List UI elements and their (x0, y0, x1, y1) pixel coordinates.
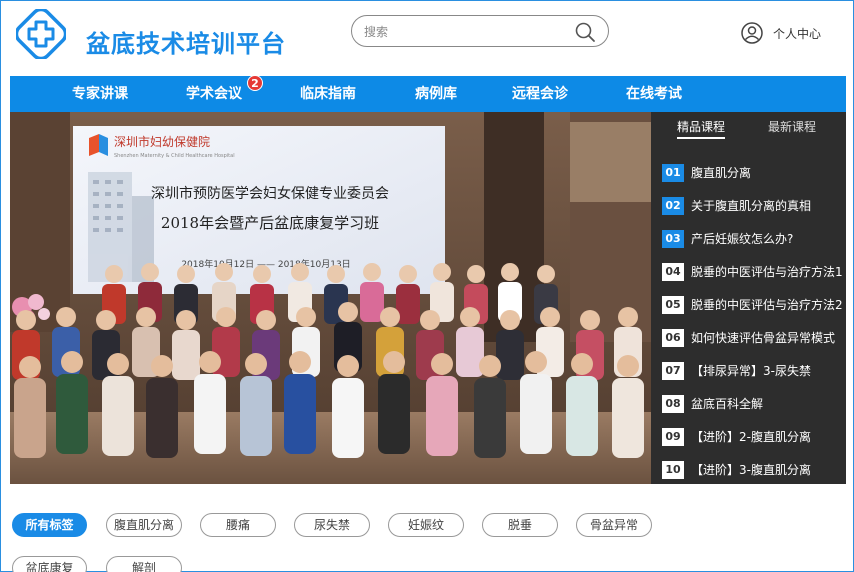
course-title[interactable]: 腹直肌分离 (691, 164, 751, 181)
nav-item-remote-consultation[interactable]: 远程会诊 (512, 76, 568, 112)
tag-pelvic-rehab[interactable]: 盆底康复 (12, 556, 87, 572)
tag-stretch-marks[interactable]: 妊娠纹 (388, 513, 464, 537)
tag-prolapse[interactable]: 脱垂 (482, 513, 558, 537)
course-title[interactable]: 如何快速评估骨盆异常模式 (691, 329, 835, 346)
course-title[interactable]: 盆底百科全解 (691, 395, 763, 412)
search-icon[interactable] (574, 21, 596, 43)
course-title[interactable]: 【进阶】3-腹直肌分离 (691, 461, 811, 478)
course-rank: 05 (662, 295, 684, 314)
user-icon[interactable] (741, 22, 763, 44)
platform-title[interactable]: 盆底技术培训平台 (86, 24, 286, 59)
course-title[interactable]: 产后妊娠纹怎么办? (691, 230, 793, 247)
tag-diastasis-recti[interactable]: 腹直肌分离 (106, 513, 182, 537)
course-title[interactable]: 脱垂的中医评估与治疗方法1 (691, 263, 843, 280)
course-item[interactable]: 09 【进阶】2-腹直肌分离 (662, 420, 846, 453)
banner-image[interactable]: 深圳市妇幼保健院 Shenzhen Maternity & Child Heal… (10, 112, 651, 484)
medical-cross-logo-icon[interactable] (16, 9, 66, 59)
nav-item-clinical-guidelines[interactable]: 临床指南 (300, 76, 356, 112)
course-item[interactable]: 05 脱垂的中医评估与治疗方法2 (662, 288, 846, 321)
course-rank: 03 (662, 229, 684, 248)
tag-all[interactable]: 所有标签 (12, 513, 87, 537)
nav-item-academic-conferences[interactable]: 学术会议 (186, 76, 242, 112)
course-item[interactable]: 06 如何快速评估骨盆异常模式 (662, 321, 846, 354)
tag-anatomy[interactable]: 解剖 (106, 556, 182, 572)
tag-back-pain[interactable]: 腰痛 (200, 513, 276, 537)
course-rank: 06 (662, 328, 684, 347)
nav-item-online-exam[interactable]: 在线考试 (626, 76, 682, 112)
course-title[interactable]: 【进阶】2-腹直肌分离 (691, 428, 811, 445)
banner-headline-2: 2018年会暨产后盆底康复学习班 (161, 214, 379, 232)
tag-incontinence[interactable]: 尿失禁 (294, 513, 370, 537)
tag-pelvic-abnormality[interactable]: 骨盆异常 (576, 513, 652, 537)
course-item[interactable]: 04 脱垂的中医评估与治疗方法1 (662, 255, 846, 288)
course-rank: 10 (662, 460, 684, 479)
course-title[interactable]: 【排尿异常】3-尿失禁 (691, 362, 811, 379)
course-item[interactable]: 08 盆底百科全解 (662, 387, 846, 420)
course-rank: 09 (662, 427, 684, 446)
course-panel: 精品课程 最新课程 01 腹直肌分离 02 关于腹直肌分离的真相 03 产后妊娠纹怎么… (651, 112, 846, 484)
course-list: 01 腹直肌分离 02 关于腹直肌分离的真相 03 产后妊娠纹怎么办? 04 脱垂的中医… (662, 156, 846, 486)
course-title[interactable]: 脱垂的中医评估与治疗方法2 (691, 296, 843, 313)
course-item[interactable]: 03 产后妊娠纹怎么办? (662, 222, 846, 255)
tab-latest-courses[interactable]: 最新课程 (768, 118, 816, 135)
course-rank: 04 (662, 262, 684, 281)
course-rank: 01 (662, 163, 684, 182)
notification-badge: 2 (247, 75, 263, 91)
course-rank: 07 (662, 361, 684, 380)
course-title[interactable]: 关于腹直肌分离的真相 (691, 197, 811, 214)
banner-org-name: 深圳市妇幼保健院 (114, 134, 210, 149)
course-item[interactable]: 07 【排尿异常】3-尿失禁 (662, 354, 846, 387)
search-box[interactable] (351, 15, 609, 47)
course-item[interactable]: 02 关于腹直肌分离的真相 (662, 189, 846, 222)
banner-org-english: Shenzhen Maternity & Child Healthcare Ho… (114, 153, 235, 159)
course-item[interactable]: 01 腹直肌分离 (662, 156, 846, 189)
nav-item-expert-lectures[interactable]: 专家讲课 (72, 76, 128, 112)
course-rank: 02 (662, 196, 684, 215)
banner-headline-1: 深圳市预防医学会妇女保健专业委员会 (151, 185, 389, 202)
user-center-link[interactable]: 个人中心 (741, 21, 821, 45)
course-item[interactable]: 10 【进阶】3-腹直肌分离 (662, 453, 846, 486)
user-center-label[interactable]: 个人中心 (773, 25, 821, 42)
course-rank: 08 (662, 394, 684, 413)
main-nav: 专家讲课 学术会议 2 临床指南 病例库 远程会诊 在线考试 (10, 75, 846, 112)
tab-featured-courses[interactable]: 精品课程 (677, 118, 726, 139)
nav-item-case-library[interactable]: 病例库 (415, 76, 457, 112)
search-input[interactable] (364, 22, 564, 42)
